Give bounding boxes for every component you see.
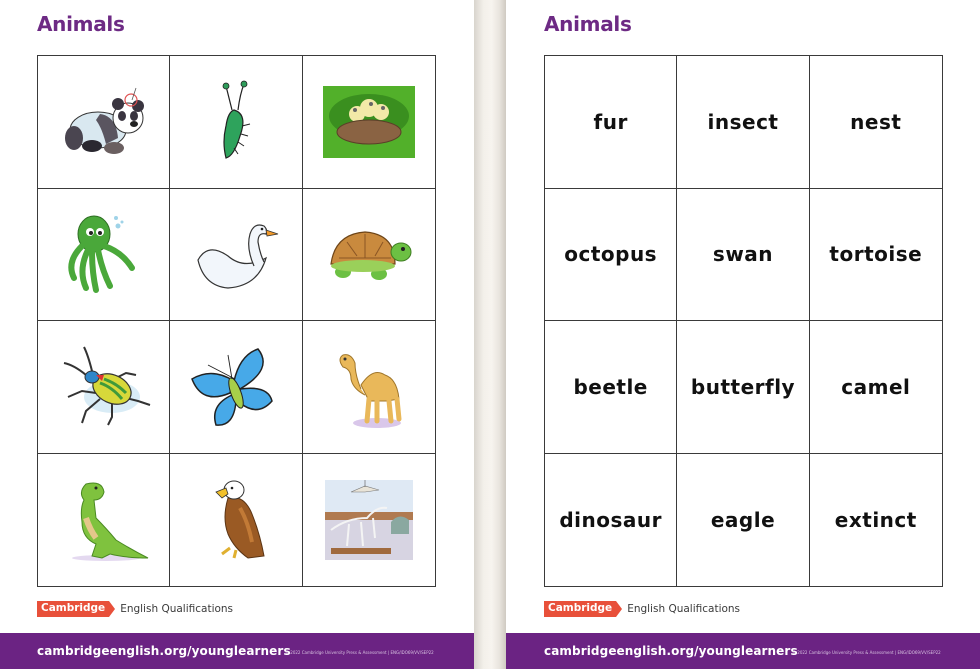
word-card: extinct xyxy=(810,454,942,587)
picture-card-dinosaur xyxy=(38,453,171,586)
word-label: dinosaur xyxy=(559,507,662,532)
word-card: dinosaur xyxy=(545,453,678,586)
picture-card-beetle xyxy=(38,321,171,454)
butterfly-icon xyxy=(191,347,273,426)
footer-copyright: © 2022 Cambridge University Press & Asse… xyxy=(285,650,434,655)
beetle-icon xyxy=(63,346,150,426)
footer-copyright: © 2022 Cambridge University Press & Asse… xyxy=(792,650,941,655)
picture-card-tortoise xyxy=(302,189,435,321)
panda-icon xyxy=(64,87,144,154)
word-label: fur xyxy=(593,109,628,134)
cambridge-logo: Cambridge English Qualifications xyxy=(544,601,740,617)
word-card: eagle xyxy=(677,453,810,586)
logo-text: English Qualifications xyxy=(120,603,234,615)
picture-card-extinct xyxy=(303,454,435,587)
footer-url-link[interactable]: cambridgeenglish.org/younglearners xyxy=(544,644,798,658)
picture-card-camel xyxy=(302,321,435,454)
picture-cards-page: Animals Cambridge English Qualifications… xyxy=(0,0,474,669)
dinosaur-icon xyxy=(71,482,148,561)
word-label: octopus xyxy=(564,242,658,267)
museum-skeleton-icon xyxy=(324,479,413,560)
word-label: extinct xyxy=(834,507,917,532)
word-label: nest xyxy=(850,109,902,134)
insect-icon xyxy=(222,80,251,159)
octopus-icon xyxy=(68,215,135,294)
picture-card-nest xyxy=(302,56,435,189)
word-card: camel xyxy=(809,321,942,454)
word-card: butterfly xyxy=(677,321,810,454)
word-card: swan xyxy=(677,188,810,321)
word-label: camel xyxy=(841,374,911,399)
footer-url-link[interactable]: cambridgeenglish.org/younglearners xyxy=(37,644,291,658)
cambridge-logo: Cambridge English Qualifications xyxy=(37,601,233,617)
picture-card-swan xyxy=(170,188,303,321)
word-label: butterfly xyxy=(690,374,796,399)
picture-card-octopus xyxy=(38,188,171,321)
footer-band: cambridgeenglish.org/younglearners © 202… xyxy=(0,633,474,669)
picture-card-panda xyxy=(38,56,171,189)
word-card: nest xyxy=(809,56,942,189)
swan-icon xyxy=(197,224,279,289)
nest-icon xyxy=(322,85,415,158)
book-gutter xyxy=(474,0,506,669)
picture-card-insect xyxy=(170,56,303,189)
word-card: fur xyxy=(545,56,678,189)
word-cards-page: Animals fur insect nest octopus swan tor… xyxy=(506,0,980,669)
word-card: insect xyxy=(677,56,810,189)
logo-text: English Qualifications xyxy=(627,603,741,615)
word-label: eagle xyxy=(710,507,776,532)
picture-card-butterfly xyxy=(170,321,303,454)
word-label: beetle xyxy=(573,374,648,399)
word-label: swan xyxy=(712,242,774,267)
logo-badge: Cambridge xyxy=(37,601,116,617)
camel-icon xyxy=(339,353,402,428)
eagle-icon xyxy=(215,480,265,559)
tortoise-icon xyxy=(330,231,412,281)
word-card: tortoise xyxy=(809,189,942,321)
logo-badge: Cambridge xyxy=(544,601,623,617)
page-title: Animals xyxy=(37,12,125,36)
picture-card-grid xyxy=(37,55,436,587)
word-label: tortoise xyxy=(829,242,923,267)
word-card: octopus xyxy=(545,188,678,321)
word-card: beetle xyxy=(545,321,678,454)
word-card-grid: fur insect nest octopus swan tortoise be… xyxy=(544,55,943,587)
word-label: insect xyxy=(707,109,779,134)
picture-card-eagle xyxy=(170,453,303,586)
footer-band: cambridgeenglish.org/younglearners © 202… xyxy=(506,633,980,669)
page-title: Animals xyxy=(544,12,632,36)
